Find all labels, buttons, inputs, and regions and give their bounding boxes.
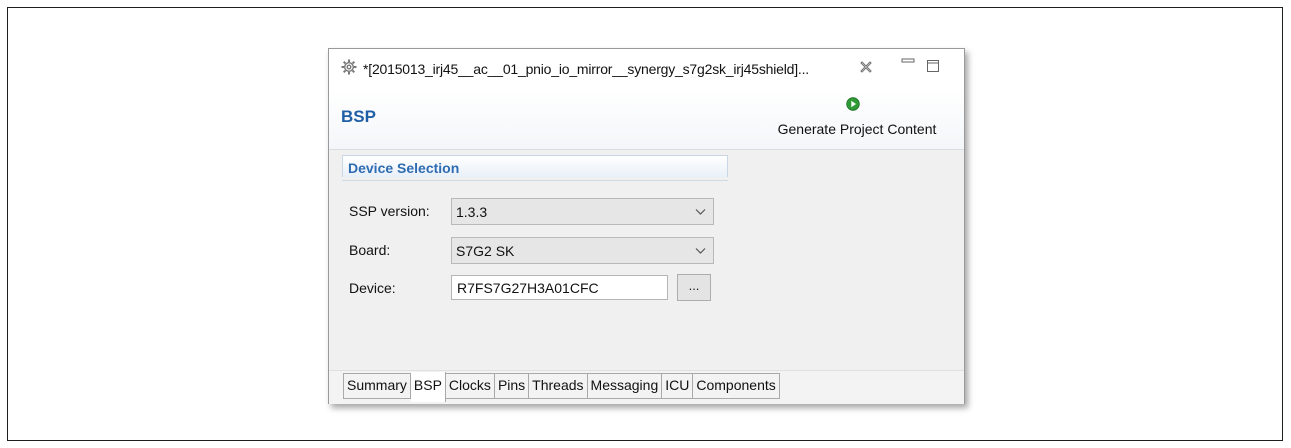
device-input[interactable] [451, 275, 668, 300]
minimize-icon[interactable] [901, 58, 915, 68]
board-value: S7G2 SK [456, 243, 515, 259]
ssp-version-label: SSP version: [349, 203, 430, 219]
editor-tab-title[interactable]: *[2015013_irj45__ac__01_pnio_io_mirror__… [363, 61, 809, 77]
generate-button-label: Generate Project Content [777, 121, 937, 137]
device-label: Device: [349, 280, 396, 296]
tab-messaging[interactable]: Messaging [588, 374, 663, 398]
ssp-version-select[interactable]: 1.3.3 [451, 198, 714, 225]
section-title: Device Selection [348, 160, 460, 176]
tab-row: Summary BSP Clocks Pins Threads Messaging ICU C… [343, 372, 780, 402]
close-tab-icon[interactable] [860, 61, 872, 73]
chevron-down-icon [695, 209, 706, 215]
tab-pins[interactable]: Pins [495, 374, 530, 398]
editor-page-tabs: Summary BSP Clocks Pins Threads Messaging ICU C… [329, 370, 964, 404]
chevron-down-icon [695, 248, 706, 254]
gear-icon [341, 59, 357, 75]
browse-device-button[interactable]: ... [677, 274, 711, 301]
section-divider [342, 180, 728, 181]
tab-threads[interactable]: Threads [529, 374, 588, 398]
tab-bsp[interactable]: BSP [410, 372, 446, 402]
board-select[interactable]: S7G2 SK [451, 237, 714, 264]
tab-clocks[interactable]: Clocks [446, 374, 495, 398]
generate-project-content-button[interactable]: Generate Project Content [764, 93, 950, 141]
play-icon [846, 97, 860, 111]
tab-components[interactable]: Components [693, 374, 780, 398]
device-selection-header: Device Selection [342, 155, 728, 177]
ssp-version-value: 1.3.3 [456, 204, 488, 220]
editor-header: BSP Generate Project Content [329, 89, 964, 150]
tab-summary[interactable]: Summary [344, 374, 411, 398]
tab-icu[interactable]: ICU [662, 374, 694, 398]
configuration-editor-window: *[2015013_irj45__ac__01_pnio_io_mirror__… [328, 48, 965, 404]
editor-tab-bar: *[2015013_irj45__ac__01_pnio_io_mirror__… [329, 49, 964, 90]
bsp-content-area: Device Selection SSP version: 1.3.3 Boar… [329, 150, 964, 370]
page-title: BSP [341, 107, 376, 126]
board-label: Board: [349, 242, 391, 258]
maximize-icon[interactable] [926, 59, 940, 73]
